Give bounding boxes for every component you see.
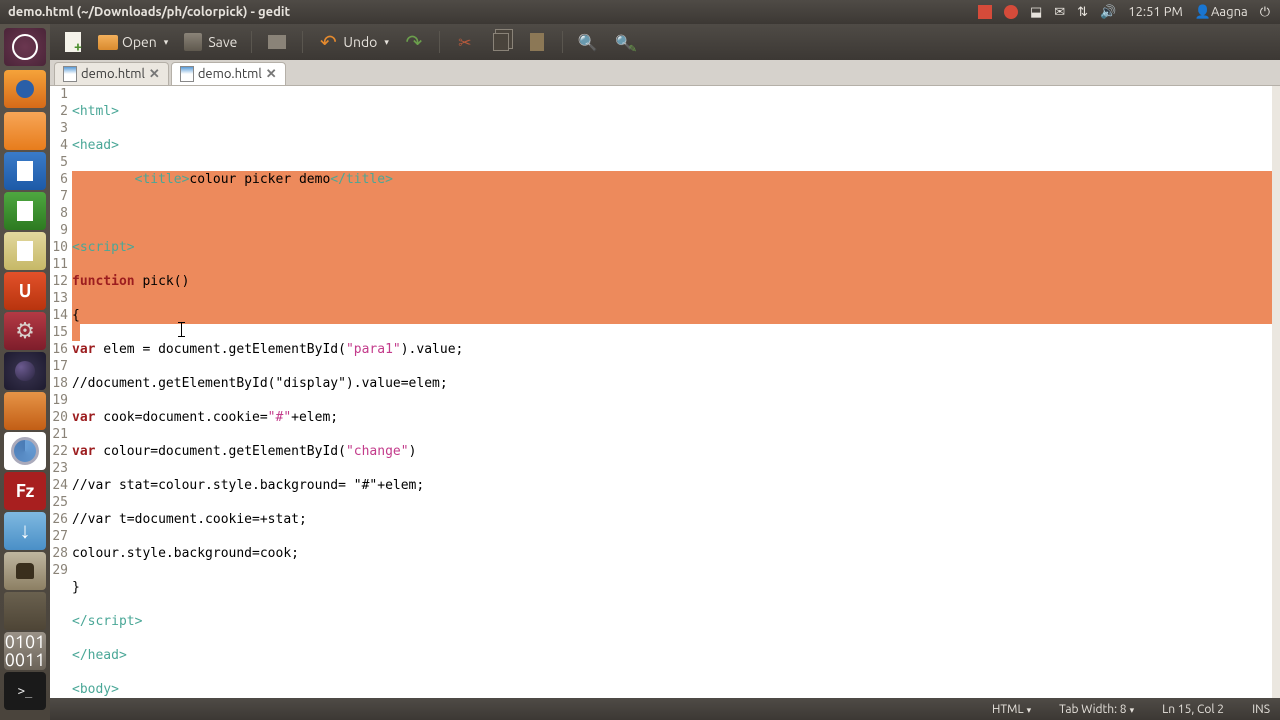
open-button[interactable]: Open [94,32,172,52]
new-button[interactable] [58,29,88,55]
dash-icon[interactable] [4,28,46,66]
download-icon[interactable] [4,512,46,550]
find-button[interactable]: 🔍 [573,29,603,55]
paste-button[interactable] [522,29,552,55]
system-bar: demo.html (~/Downloads/ph/colorpick) - g… [0,0,1280,24]
close-icon[interactable]: ✕ [266,67,277,82]
network-icon[interactable]: ⇅ [1077,5,1088,20]
firefox-icon[interactable] [4,70,46,108]
clock[interactable]: 12:51 PM [1128,5,1183,19]
settings-icon[interactable] [4,312,46,350]
replace-button[interactable] [609,29,639,55]
scrollbar[interactable] [1272,86,1280,698]
redo-button[interactable]: ↷ [399,29,429,55]
undo-button[interactable]: ↶Undo [313,29,392,55]
tab-label: demo.html [198,67,262,81]
sound-icon[interactable]: 🔊 [1100,5,1116,20]
copy-button[interactable] [486,29,516,55]
eclipse-icon[interactable] [4,352,46,390]
launcher: U Fz 01010011 [0,24,50,720]
dropbox-icon[interactable]: ⬓ [1030,5,1042,20]
app-icon[interactable] [4,592,46,630]
tab-0[interactable]: demo.html ✕ [54,62,169,85]
media-icon[interactable] [4,392,46,430]
mail-icon[interactable]: ✉ [1054,5,1065,20]
print-button[interactable] [262,29,292,55]
line-gutter: 12 34 56 78 910 1112 1314 1516 1718 1920… [50,86,72,698]
status-position: Ln 15, Col 2 [1162,703,1224,716]
terminal-icon[interactable] [4,672,46,710]
user-menu[interactable]: 👤 Aagna [1195,5,1248,20]
editor[interactable]: 12 34 56 78 910 1112 1314 1516 1718 1920… [50,86,1280,698]
status-insert: INS [1252,703,1270,716]
calc-icon[interactable] [4,192,46,230]
tab-label: demo.html [81,67,145,81]
system-tray: ⬓ ✉ ⇅ 🔊 12:51 PM 👤 Aagna ⏻ [978,5,1280,20]
status-tabwidth[interactable]: Tab Width: 8 [1059,703,1134,716]
file-icon [63,66,77,82]
code-area[interactable]: <html> <head> <title>colour picker demo<… [72,86,1272,698]
record-stop-icon[interactable] [978,5,992,19]
filezilla-icon[interactable]: Fz [4,472,46,510]
status-language[interactable]: HTML [992,703,1031,716]
close-icon[interactable]: ✕ [149,67,160,82]
hex-icon[interactable]: 01010011 [4,632,46,670]
software-center-icon[interactable]: U [4,272,46,310]
text-cursor-icon [181,322,182,337]
writer-icon[interactable] [4,152,46,190]
gimp-icon[interactable] [4,552,46,590]
cut-button[interactable]: ✂ [450,29,480,55]
toolbar: Open Save ↶Undo ↷ ✂ 🔍 [50,24,1280,60]
record-icon[interactable] [1004,5,1018,19]
file-icon [180,66,194,82]
tab-bar: demo.html ✕ demo.html ✕ [50,60,1280,86]
impress-icon[interactable] [4,232,46,270]
files-icon[interactable] [4,112,46,150]
status-bar: HTML Tab Width: 8 Ln 15, Col 2 INS [50,698,1280,720]
save-button[interactable]: Save [178,29,241,55]
window-title: demo.html (~/Downloads/ph/colorpick) - g… [0,5,290,19]
session-icon[interactable]: ⏻ [1260,5,1270,20]
tab-1[interactable]: demo.html ✕ [171,62,286,85]
chromium-icon[interactable] [4,432,46,470]
